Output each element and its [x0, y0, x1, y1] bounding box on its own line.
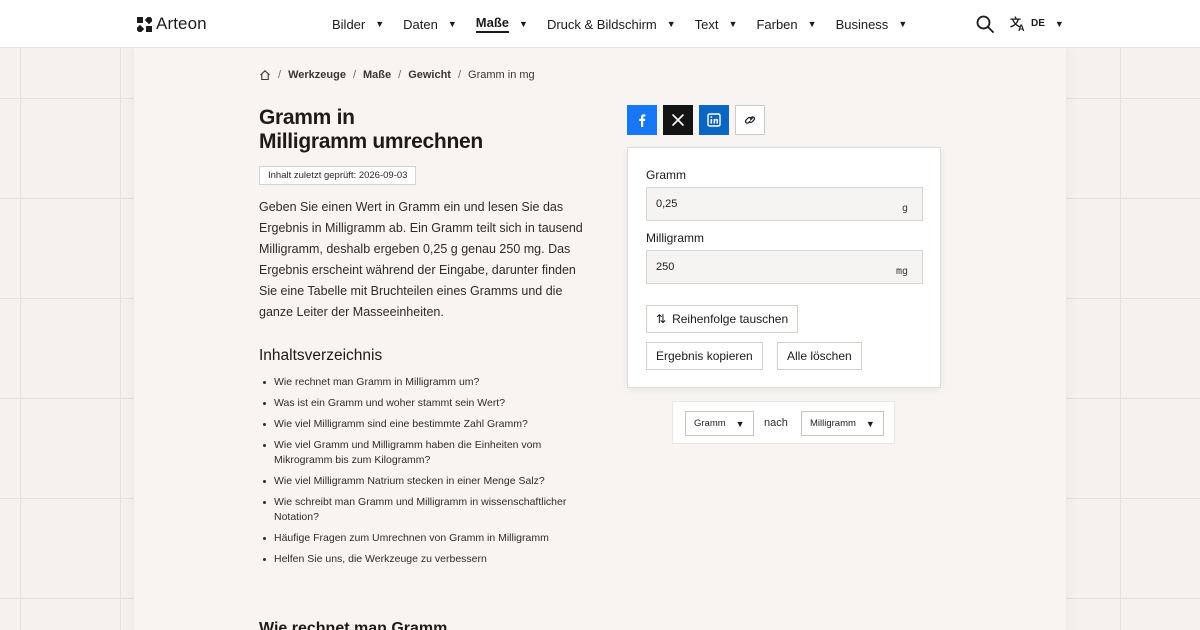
unit-converter-card: Gramm g Milligramm mg ⇅ Reihenfolge taus…	[627, 147, 941, 388]
nav-label: Maße	[475, 15, 510, 33]
chevron-down-icon: ▼	[519, 19, 528, 29]
chevron-down-icon: ▼	[447, 19, 457, 29]
breadcrumb-separator: /	[352, 69, 356, 81]
breadcrumb-link-gewicht[interactable]: Gewicht	[408, 69, 451, 81]
milligram-input[interactable]	[656, 261, 856, 273]
toc-link[interactable]: Wie schreibt man Gramm und Milligramm in…	[259, 495, 579, 525]
nav-label: Druck & Bildschirm	[546, 16, 657, 32]
breadcrumb-separator: /	[278, 69, 282, 81]
main-nav: Bilder ▼ Daten ▼ Maße ▼ Druck & Bildschi…	[332, 0, 926, 48]
to-unit-label: mg	[895, 265, 908, 277]
clear-all-label: Alle löschen	[787, 349, 852, 363]
translate-icon: 文 A	[1010, 15, 1025, 32]
page-title-line-2: Milligramm umrechnen	[259, 130, 483, 153]
language-switcher[interactable]: 文 A DE ▼	[1010, 15, 1064, 32]
toc-heading: Inhaltsverzeichnis	[259, 347, 383, 364]
from-field-wrapper: g	[646, 187, 923, 221]
toc-link[interactable]: Helfen Sie uns, die Werkzeuge zu verbess…	[259, 552, 579, 567]
breadcrumb-separator: /	[398, 69, 402, 81]
top-navigation-bar: Arteon Bilder ▼ Daten ▼ Maße ▼ Druck & B…	[0, 0, 1200, 48]
unit-selector-row: Gramm ▼ nach Milligramm ▼	[672, 401, 895, 444]
chevron-down-icon: ▼	[1054, 18, 1064, 29]
x-logo-icon	[672, 114, 684, 126]
nav-label: Business	[835, 16, 889, 32]
swap-order-label: Reihenfolge tauschen	[672, 312, 789, 326]
copy-result-button[interactable]: Ergebnis kopieren	[646, 342, 763, 370]
share-facebook-button[interactable]	[627, 105, 657, 135]
brand-logo[interactable]: Arteon	[137, 14, 207, 34]
toc-link[interactable]: Wie viel Gramm und Milligramm haben die …	[259, 438, 579, 468]
breadcrumb-link-masse[interactable]: Maße	[363, 69, 391, 81]
toc-link[interactable]: Wie viel Milligramm sind eine bestimmte …	[259, 417, 579, 432]
nav-label: Text	[694, 16, 719, 32]
clear-all-button[interactable]: Alle löschen	[777, 342, 862, 370]
svg-text:A: A	[1018, 23, 1025, 32]
toc-link[interactable]: Wie viel Milligramm Natrium stecken in e…	[259, 474, 579, 489]
toc-link[interactable]: Wie rechnet man Gramm in Milligramm um?	[259, 375, 579, 390]
nav-item-business[interactable]: Business ▼	[836, 0, 908, 48]
page-title-line-1: Gramm in	[259, 106, 355, 129]
page-title: Gramm in Milligramm umrechnen	[259, 106, 589, 154]
intro-paragraph: Geben Sie einen Wert in Gramm ein und le…	[259, 200, 583, 319]
chevron-down-icon: ▼	[735, 418, 745, 429]
toc-link[interactable]: Häufige Fragen zum Umrechnen von Gramm i…	[259, 531, 579, 546]
from-unit-select[interactable]: Gramm ▼	[685, 411, 754, 436]
nav-item-druck-bildschirm[interactable]: Druck & Bildschirm ▼	[547, 0, 676, 48]
copy-result-label: Ergebnis kopieren	[656, 349, 753, 363]
swap-arrows-icon: ⇅	[656, 312, 667, 326]
link-icon	[744, 116, 756, 124]
chevron-down-icon: ▼	[375, 19, 385, 29]
share-linkedin-button[interactable]	[699, 105, 729, 135]
copy-link-button[interactable]	[735, 105, 765, 135]
gram-input[interactable]	[656, 198, 856, 210]
breadcrumb-link-werkzeuge[interactable]: Werkzeuge	[288, 69, 346, 81]
from-unit-label: g	[901, 202, 908, 214]
brand-name: Arteon	[156, 14, 207, 33]
nav-label: Bilder	[332, 16, 366, 32]
from-unit-select-value: Gramm	[694, 418, 726, 429]
nav-item-masse[interactable]: Maße ▼	[475, 0, 528, 48]
breadcrumb: / Werkzeuge / Maße / Gewicht / Gramm in …	[259, 69, 535, 81]
to-field-label: Milligramm	[646, 231, 704, 245]
section-heading-peek: Wie rechnet man Gramm	[259, 620, 448, 630]
nav-item-bilder[interactable]: Bilder ▼	[332, 0, 384, 48]
breadcrumb-current: Gramm in mg	[468, 69, 535, 81]
from-field-label: Gramm	[646, 168, 686, 182]
breadcrumb-separator: /	[457, 69, 462, 81]
nav-item-farben[interactable]: Farben ▼	[756, 0, 816, 48]
language-code: DE	[1031, 18, 1045, 29]
chevron-down-icon: ▼	[898, 19, 908, 29]
chevron-down-icon: ▼	[807, 19, 817, 29]
last-reviewed-badge: Inhalt zuletzt geprüft: 2026-09-03	[259, 166, 417, 185]
toc-link[interactable]: Was ist ein Gramm und woher stammt sein …	[259, 396, 579, 411]
to-field-wrapper: mg	[646, 250, 923, 284]
to-unit-select-value: Milligramm	[810, 418, 856, 429]
nav-label: Farben	[756, 16, 798, 32]
chevron-down-icon: ▼	[666, 19, 676, 29]
chevron-down-icon: ▼	[728, 19, 738, 29]
share-x-button[interactable]	[663, 105, 693, 135]
table-of-contents: Wie rechnet man Gramm in Milligramm um? …	[259, 375, 579, 573]
nav-label: Daten	[403, 16, 438, 32]
to-unit-select[interactable]: Milligramm ▼	[801, 411, 884, 436]
chevron-down-icon: ▼	[865, 418, 875, 429]
search-icon[interactable]	[975, 14, 995, 34]
brand-logo-icon	[137, 16, 152, 32]
unit-connector-text: nach	[764, 417, 788, 429]
facebook-icon	[639, 114, 646, 127]
swap-order-button[interactable]: ⇅ Reihenfolge tauschen	[646, 305, 799, 333]
nav-item-daten[interactable]: Daten ▼	[403, 0, 457, 48]
linkedin-icon	[707, 113, 721, 127]
share-buttons	[627, 105, 765, 135]
nav-item-text[interactable]: Text ▼	[695, 0, 738, 48]
home-icon[interactable]	[259, 69, 271, 81]
